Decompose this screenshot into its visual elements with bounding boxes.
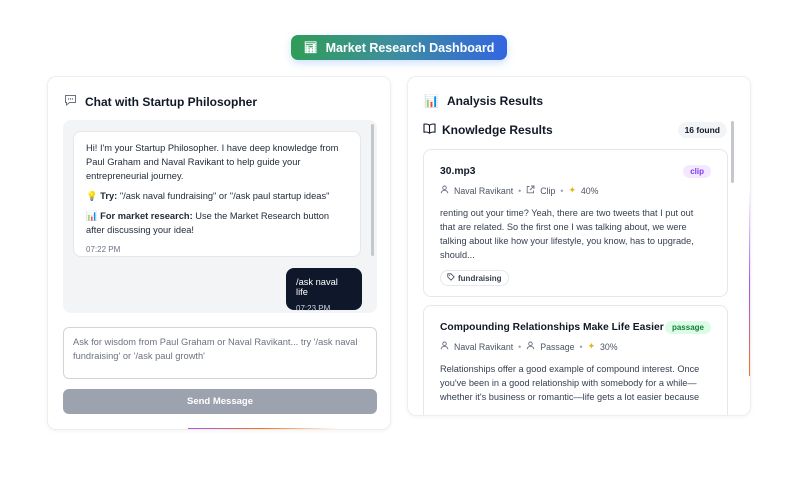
result-title[interactable]: Compounding Relationships Make Life Easi…: [440, 322, 664, 333]
result-type: Clip: [540, 185, 556, 196]
bot-intro-text: Hi! I'm your Startup Philosopher. I have…: [86, 143, 339, 181]
sparkle-icon: ✦: [568, 185, 576, 195]
market-research-button-label: Market Research Dashboard: [325, 40, 495, 55]
bar-chart-icon: 📊: [424, 94, 439, 108]
chat-panel-title: Chat with Startup Philosopher: [85, 94, 258, 109]
bot-message: Hi! I'm your Startup Philosopher. I have…: [73, 131, 361, 257]
try-label: Try:: [100, 191, 118, 201]
external-link-icon: [526, 185, 535, 196]
result-meta: Naval Ravikant • Passage • ✦ 30%: [440, 341, 711, 352]
bar-chart-icon: 📊: [86, 211, 98, 221]
result-title[interactable]: 30.mp3: [440, 166, 476, 177]
result-score: 30%: [599, 341, 618, 352]
speech-bubble-icon: [64, 94, 77, 109]
user-message: /ask naval life 07:23 PM: [286, 268, 362, 313]
knowledge-results-header: Knowledge Results 16 found: [423, 122, 737, 138]
result-type-badge: clip: [683, 165, 711, 178]
result-score: 40%: [580, 185, 599, 196]
analysis-panel-header: 📊 Analysis Results: [424, 94, 543, 108]
knowledge-results-title-wrap: Knowledge Results: [423, 123, 553, 137]
separator-dot: •: [560, 185, 564, 196]
decorative-gradient-line: [749, 190, 750, 376]
separator-dot: •: [518, 185, 522, 196]
bar-chart-icon: 📊︎: [303, 42, 318, 54]
decorative-gradient-line: [188, 428, 338, 429]
separator-dot: •: [579, 341, 583, 352]
tag-icon: [447, 273, 455, 283]
result-author: Naval Ravikant: [454, 341, 514, 352]
person-icon: [440, 185, 449, 196]
analysis-panel: 📊 Analysis Results Knowledge Results 16 …: [407, 76, 751, 416]
lightbulb-icon: 💡: [86, 191, 98, 201]
keyword-tag-label: fundraising: [458, 273, 502, 283]
bot-message-time: 07:22 PM: [86, 245, 121, 254]
result-type-badge: passage: [664, 321, 711, 334]
person-icon: [440, 341, 449, 352]
bot-try-line: 💡 Try: "/ask naval fundraising" or "/ask…: [86, 189, 348, 203]
open-book-icon: [423, 123, 436, 137]
chat-messages-area[interactable]: Hi! I'm your Startup Philosopher. I have…: [63, 120, 377, 313]
result-meta: Naval Ravikant • Clip • ✦ 40%: [440, 185, 711, 196]
user-message-text: /ask naval life: [296, 277, 338, 297]
person-icon: [526, 341, 535, 352]
keyword-tag[interactable]: fundraising: [440, 270, 509, 286]
results-scrollbar[interactable]: [731, 121, 734, 183]
send-message-button[interactable]: Send Message: [63, 389, 377, 414]
chat-scrollbar[interactable]: [371, 124, 374, 256]
sparkle-icon: ✦: [587, 341, 595, 351]
result-excerpt: Relationships offer a good example of co…: [440, 364, 700, 402]
bot-market-line: 📊 For market research: Use the Market Re…: [86, 209, 348, 237]
chat-input[interactable]: [63, 327, 377, 379]
analysis-panel-title: Analysis Results: [446, 94, 543, 108]
market-label: For market research:: [100, 211, 193, 221]
separator-dot: •: [518, 341, 522, 352]
result-excerpt: renting out your time? Yeah, there are t…: [440, 208, 694, 260]
market-research-dashboard-button[interactable]: 📊︎ Market Research Dashboard: [291, 35, 507, 60]
result-card[interactable]: 30.mp3 clip Naval Ravikant • Clip • ✦ 40…: [423, 149, 728, 297]
try-text: "/ask naval fundraising" or "/ask paul s…: [117, 191, 330, 201]
user-message-time: 07:23 PM: [296, 304, 331, 313]
result-type: Passage: [540, 341, 575, 352]
knowledge-results-title: Knowledge Results: [442, 123, 553, 137]
result-card[interactable]: Compounding Relationships Make Life Easi…: [423, 305, 728, 415]
results-count-badge: 16 found: [677, 122, 727, 138]
result-author: Naval Ravikant: [454, 185, 514, 196]
chat-panel: Chat with Startup Philosopher Hi! I'm yo…: [47, 76, 391, 430]
chat-panel-header: Chat with Startup Philosopher: [64, 94, 257, 109]
